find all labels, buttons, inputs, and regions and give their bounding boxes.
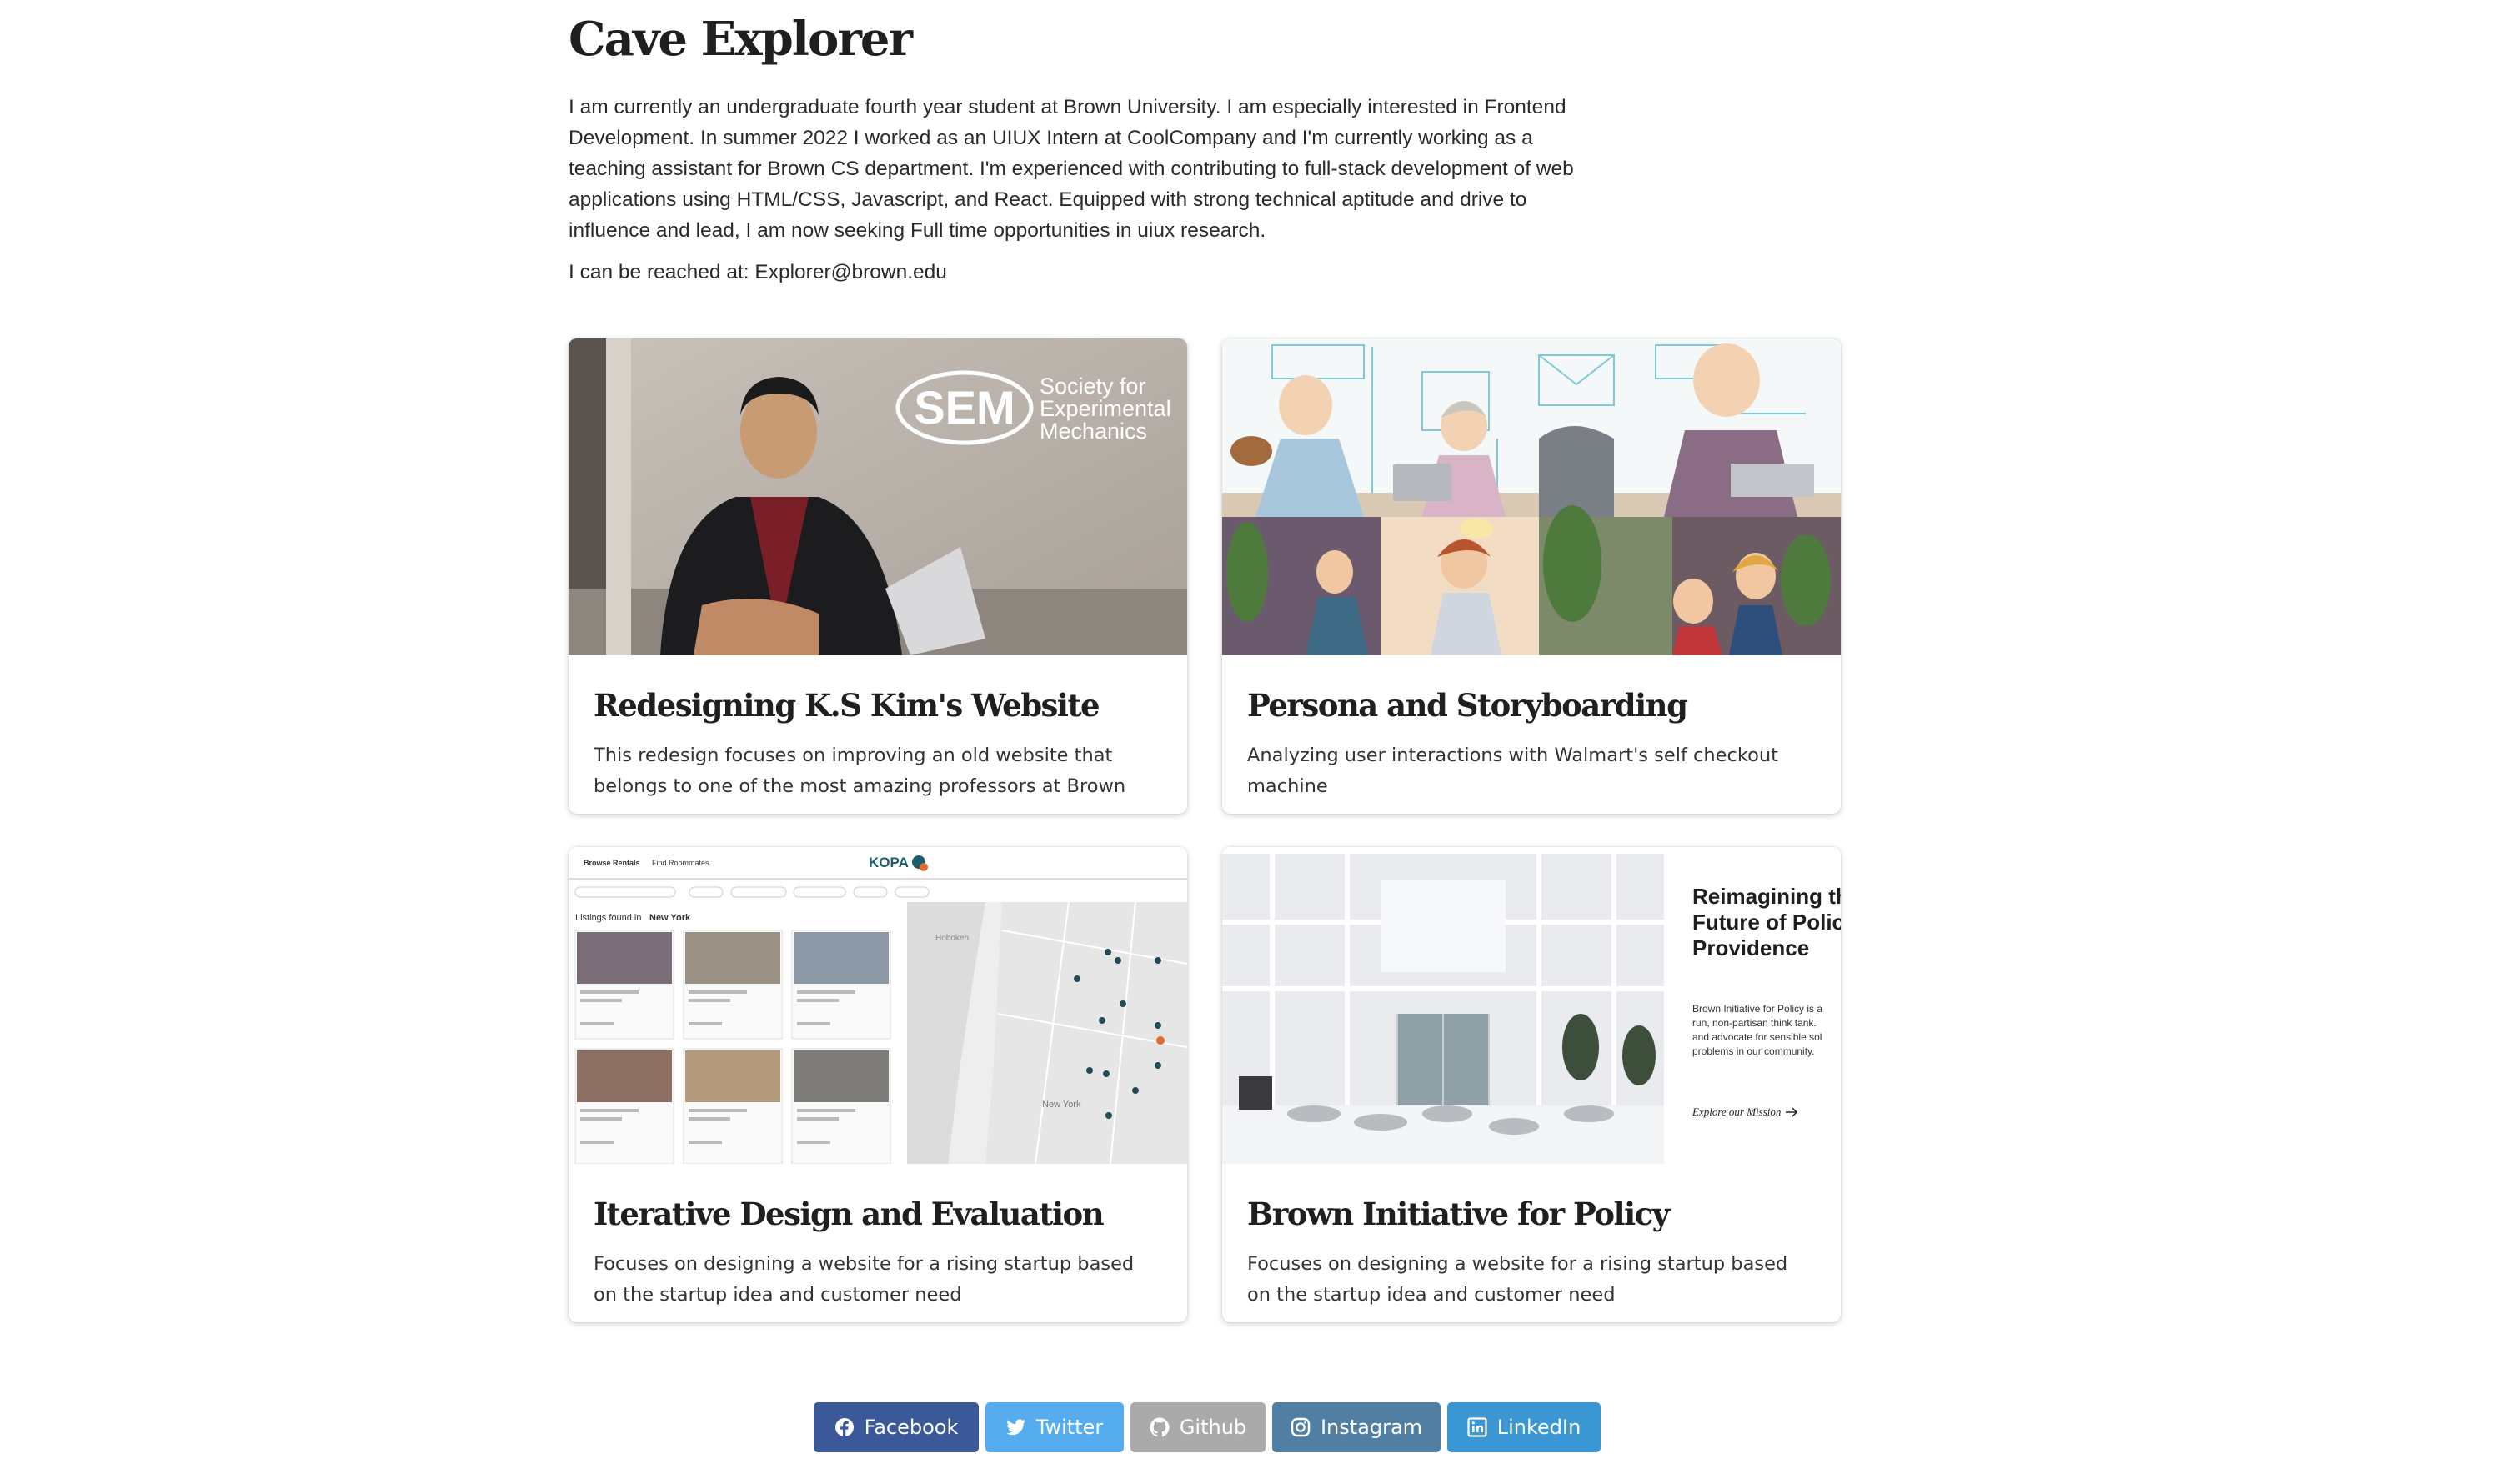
linkedin-label: LinkedIn bbox=[1496, 1416, 1581, 1439]
sem-caption-line: Society for bbox=[1040, 374, 1146, 399]
bio-paragraph: I am currently an undergraduate fourth y… bbox=[569, 96, 1574, 242]
sem-caption-line: Experimental bbox=[1040, 396, 1171, 421]
instagram-label: Instagram bbox=[1320, 1416, 1423, 1439]
twitter-button[interactable]: Twitter bbox=[985, 1402, 1124, 1452]
project-description: Analyzing user interactions with Walmart… bbox=[1247, 745, 1778, 797]
instagram-icon bbox=[1291, 1417, 1311, 1437]
sem-logo-text: SEM bbox=[914, 381, 1015, 434]
policy-body-line: and advocate for sensible sol bbox=[1692, 1031, 1822, 1043]
portfolio-page: Cave Explorer I am currently an undergra… bbox=[0, 0, 2511, 1484]
project-description: Focuses on designing a website for a ris… bbox=[1247, 1253, 1788, 1306]
project-card-brown-policy[interactable]: Reimagining th Future of Policy Providen… bbox=[1222, 847, 1841, 1322]
sem-caption-line: Mechanics bbox=[1040, 419, 1147, 444]
facebook-button[interactable]: Facebook bbox=[814, 1402, 979, 1452]
facebook-icon bbox=[834, 1418, 854, 1437]
project-image-policy: Reimagining th Future of Policy Providen… bbox=[1222, 847, 1841, 1164]
kopa-nav-item: Find Roommates bbox=[652, 859, 709, 867]
linkedin-icon bbox=[1467, 1417, 1487, 1437]
instagram-button[interactable]: Instagram bbox=[1272, 1402, 1441, 1452]
twitter-label: Twitter bbox=[1035, 1416, 1104, 1439]
project-title[interactable]: Brown Initiative for Policy bbox=[1247, 1196, 1670, 1232]
policy-body-line: Brown Initiative for Policy is a bbox=[1692, 1003, 1822, 1015]
project-title[interactable]: Persona and Storyboarding bbox=[1247, 687, 1688, 724]
project-description: Focuses on designing a website for a ris… bbox=[594, 1253, 1135, 1306]
policy-headline-line: Reimagining th bbox=[1692, 884, 1841, 909]
map-label: Hoboken bbox=[935, 934, 969, 943]
project-card-kim-website[interactable]: SEM Society for Experimental Mechanics R… bbox=[569, 338, 1187, 814]
kopa-listing-label: Listings found in bbox=[575, 913, 642, 923]
kopa-listing-city: New York bbox=[649, 913, 691, 923]
project-card-persona-storyboarding[interactable]: Persona and Storyboarding Analyzing user… bbox=[1222, 338, 1841, 814]
project-title[interactable]: Redesigning K.S Kim's Website bbox=[594, 687, 1100, 724]
kopa-nav-item: Browse Rentals bbox=[584, 859, 640, 867]
project-title[interactable]: Iterative Design and Evaluation bbox=[594, 1196, 1105, 1232]
github-label: Github bbox=[1179, 1416, 1247, 1439]
page-title: Cave Explorer bbox=[569, 12, 913, 67]
policy-headline-line: Future of Policy bbox=[1692, 910, 1841, 935]
project-image-storyboard bbox=[1222, 338, 1841, 655]
policy-explore-link: Explore our Mission bbox=[1692, 1105, 1781, 1118]
github-icon bbox=[1150, 1417, 1170, 1437]
project-card-iterative-design[interactable]: Browse Rentals Find Roommates KOPA Listi… bbox=[569, 847, 1187, 1322]
facebook-label: Facebook bbox=[864, 1416, 959, 1439]
contact-line: I can be reached at: Explorer@brown.edu bbox=[569, 261, 947, 283]
project-image-kopa: Browse Rentals Find Roommates KOPA Listi… bbox=[569, 847, 1187, 1164]
map-label: New York bbox=[1042, 1100, 1081, 1110]
project-description: This redesign focuses on improving an ol… bbox=[594, 745, 1126, 797]
kopa-brand: KOPA bbox=[869, 855, 909, 870]
policy-headline-line: Providence bbox=[1692, 935, 1809, 960]
policy-body-line: run, non-partisan think tank. bbox=[1692, 1017, 1817, 1029]
project-image-kim: SEM Society for Experimental Mechanics bbox=[569, 338, 1187, 655]
linkedin-button[interactable]: LinkedIn bbox=[1447, 1402, 1601, 1452]
policy-body-line: problems in our community. bbox=[1692, 1045, 1815, 1057]
twitter-icon bbox=[1005, 1419, 1025, 1436]
github-button[interactable]: Github bbox=[1130, 1402, 1266, 1452]
